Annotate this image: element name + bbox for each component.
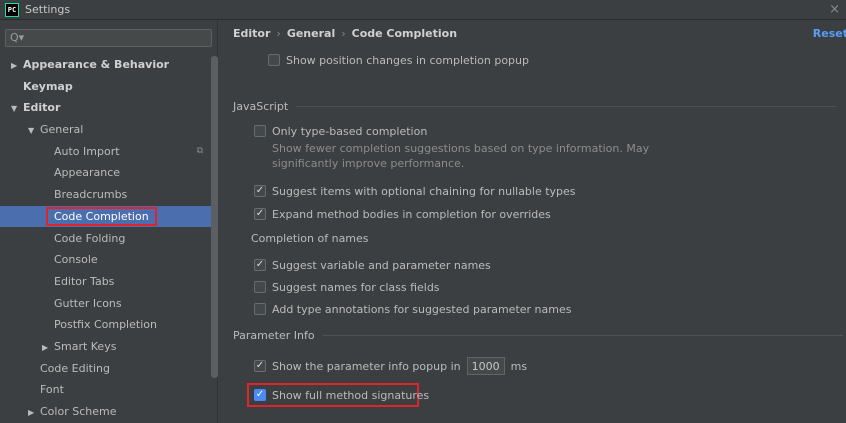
chevron-right-icon: ▶ <box>11 61 18 70</box>
tree-item-auto-import[interactable]: Auto Import ⧉ <box>0 141 211 162</box>
option-label: Only type-based completion <box>272 124 428 138</box>
tree-item-label: Appearance & Behavior <box>23 58 170 71</box>
sidebar-scrollbar[interactable] <box>211 56 218 378</box>
checkbox-checked[interactable] <box>254 360 266 372</box>
tree-item-code-folding[interactable]: Code Folding <box>0 228 211 249</box>
show-parameter-popup-option[interactable]: Show the parameter info popup in ms <box>254 356 527 376</box>
checkbox-checked[interactable] <box>254 389 266 401</box>
tree-item-label: General <box>40 123 84 136</box>
tree-item-code-editing[interactable]: Code Editing <box>0 358 211 379</box>
add-type-annotations-option[interactable]: Add type annotations for suggested param… <box>254 301 571 317</box>
popup-delay-input[interactable] <box>466 357 505 375</box>
chevron-right-icon: ▶ <box>42 343 49 352</box>
only-type-based-description: Show fewer completion suggestions based … <box>272 141 649 171</box>
optional-chaining-option[interactable]: Suggest items with optional chaining for… <box>254 183 576 199</box>
tree-item-label: Auto Import <box>54 145 120 158</box>
breadcrumb-separator: › <box>276 27 281 40</box>
breadcrumb-item[interactable]: Editor <box>233 27 270 40</box>
checkbox[interactable] <box>268 54 280 66</box>
tree-item-label: Font <box>40 383 64 396</box>
breadcrumb: Editor › General › Code Completion <box>233 27 457 40</box>
pycharm-logo-icon: PC <box>5 2 19 17</box>
window-title: Settings <box>25 3 71 16</box>
chevron-right-icon: ▶ <box>28 408 35 417</box>
option-label: Show the parameter info popup in <box>272 359 461 373</box>
section-title: JavaScript <box>233 100 289 113</box>
unit-label: ms <box>510 359 528 373</box>
tree-item-label: Code Completion <box>54 210 149 223</box>
tree-item-gutter-icons[interactable]: Gutter Icons <box>0 293 211 314</box>
tree-item-appearance[interactable]: Appearance <box>0 162 211 183</box>
tree-item-editor[interactable]: ▼ Editor <box>0 97 211 118</box>
description-line: Show fewer completion suggestions based … <box>272 142 650 155</box>
description-line: significantly improve performance. <box>272 157 465 170</box>
chevron-down-icon: ▼ <box>11 104 18 113</box>
tree-item-appearance-behavior[interactable]: ▶ Appearance & Behavior <box>0 54 211 75</box>
option-label: Expand method bodies in completion for o… <box>272 207 551 221</box>
close-icon[interactable]: × <box>829 2 840 17</box>
tree-item-keymap[interactable]: Keymap <box>0 76 211 97</box>
section-divider <box>322 335 843 336</box>
tree-item-general[interactable]: ▼ General <box>0 119 211 140</box>
highlight-annotation: Code Completion <box>46 207 157 226</box>
tree-item-label: Code Editing <box>40 362 110 375</box>
option-label: Show position changes in completion popu… <box>286 53 529 67</box>
tree-item-breadcrumbs[interactable]: Breadcrumbs <box>0 184 211 205</box>
option-label: Add type annotations for suggested param… <box>272 302 572 316</box>
tree-item-label: Console <box>54 253 98 266</box>
tree-item-label: Keymap <box>23 80 73 93</box>
tree-item-console[interactable]: Console <box>0 249 211 270</box>
section-title: Parameter Info <box>233 329 315 342</box>
checkbox[interactable] <box>254 125 266 137</box>
suggest-class-fields-option[interactable]: Suggest names for class fields <box>254 279 440 295</box>
search-box[interactable]: Q▾ <box>5 29 212 47</box>
tree-item-label: Editor Tabs <box>54 275 115 288</box>
breadcrumb-separator: › <box>341 27 346 40</box>
tree-item-label: Editor <box>23 101 61 114</box>
settings-sidebar: Q▾ ▶ Appearance & Behavior Keymap ▼ Editor… <box>0 20 218 423</box>
breadcrumb-item: Code Completion <box>351 27 458 40</box>
option-label: Suggest items with optional chaining for… <box>272 184 576 198</box>
option-label: Show full method signatures <box>272 388 430 402</box>
section-parameter-info: Parameter Info <box>233 329 843 342</box>
tree-item-label: Code Folding <box>54 232 126 245</box>
option-label: Suggest names for class fields <box>272 280 440 294</box>
checkbox-checked[interactable] <box>254 259 266 271</box>
section-javascript: JavaScript <box>233 100 837 113</box>
section-divider <box>296 106 837 107</box>
tree-item-label: Gutter Icons <box>54 297 122 310</box>
checkbox[interactable] <box>254 303 266 315</box>
copy-settings-icon: ⧉ <box>196 146 203 156</box>
tree-item-code-completion[interactable]: Code Completion <box>0 206 211 227</box>
tree-item-postfix-completion[interactable]: Postfix Completion <box>0 314 211 335</box>
suggest-variable-names-option[interactable]: Suggest variable and parameter names <box>254 257 491 273</box>
checkbox[interactable] <box>254 281 266 293</box>
title-bar: PC Settings × <box>0 0 846 20</box>
completion-of-names-label: Completion of names <box>251 232 369 245</box>
option-label: Suggest variable and parameter names <box>272 258 491 272</box>
tree-item-font[interactable]: Font <box>0 379 211 400</box>
breadcrumb-item[interactable]: General <box>287 27 335 40</box>
reset-link[interactable]: Reset <box>813 27 846 40</box>
expand-method-bodies-option[interactable]: Expand method bodies in completion for o… <box>254 206 551 222</box>
chevron-down-icon: ▼ <box>28 126 35 135</box>
tree-item-editor-tabs[interactable]: Editor Tabs <box>0 271 211 292</box>
checkbox-checked[interactable] <box>254 208 266 220</box>
tree-item-label: Color Scheme <box>40 405 117 418</box>
tree-item-label: Appearance <box>54 166 121 179</box>
tree-item-smart-keys[interactable]: ▶ Smart Keys <box>0 336 211 357</box>
search-icon: Q▾ <box>10 31 25 44</box>
tree-item-label: Postfix Completion <box>54 318 157 331</box>
show-full-method-signatures-option[interactable]: Show full method signatures <box>254 387 429 403</box>
show-position-changes-option[interactable]: Show position changes in completion popu… <box>268 52 529 68</box>
only-type-based-option[interactable]: Only type-based completion <box>254 123 427 139</box>
settings-content: Editor › General › Code Completion Reset Sho… <box>219 20 846 423</box>
tree-item-label: Breadcrumbs <box>54 188 128 201</box>
tree-item-label: Smart Keys <box>54 340 117 353</box>
checkbox-checked[interactable] <box>254 185 266 197</box>
tree-item-color-scheme[interactable]: ▶ Color Scheme <box>0 401 211 422</box>
search-input[interactable] <box>26 31 206 45</box>
